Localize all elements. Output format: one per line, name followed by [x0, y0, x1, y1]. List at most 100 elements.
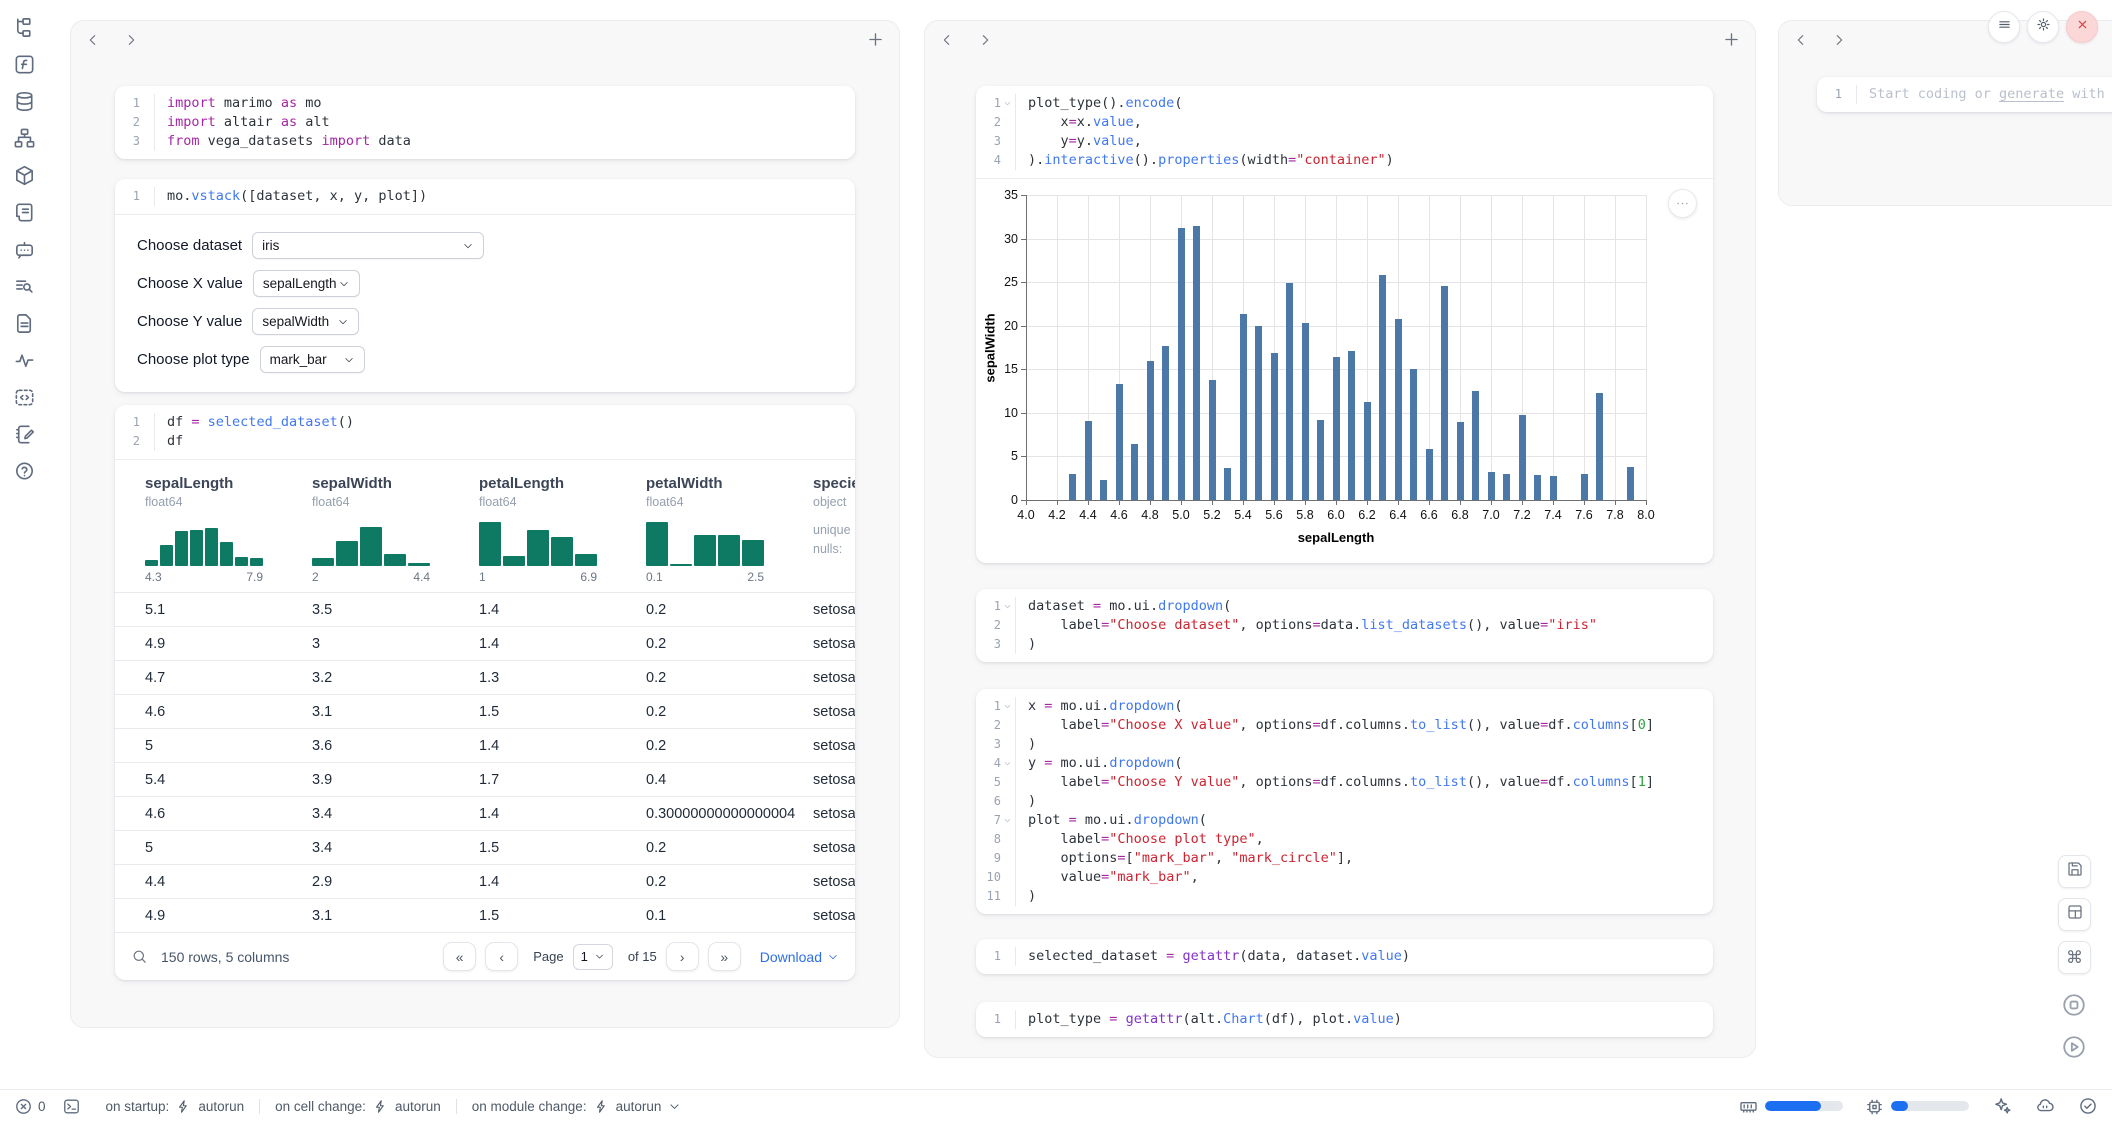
table-row[interactable]: 5.43.91.70.4setosa	[115, 762, 855, 796]
code-placeholder[interactable]: Start coding or generate with AI	[1857, 85, 2112, 104]
chart-bar[interactable]	[1364, 402, 1371, 500]
plot-type-code-editor[interactable]: 1plot_type = getattr(alt.Chart(df), plot…	[976, 1002, 1713, 1037]
chart-bar[interactable]	[1085, 421, 1092, 500]
selected-dataset-code-editor[interactable]: 1selected_dataset = getattr(data, datase…	[976, 939, 1713, 974]
code-line[interactable]: plot = mo.ui.dropdown(	[1016, 811, 1207, 830]
chart-bar[interactable]	[1503, 474, 1510, 500]
code-line[interactable]: dataset = mo.ui.dropdown(	[1016, 597, 1231, 616]
chart-bar[interactable]	[1410, 369, 1417, 500]
column-header-species[interactable]: speciesobjectuniquenulls:	[813, 475, 855, 584]
sidebar-item-tree[interactable]	[13, 16, 36, 39]
play-button[interactable]	[2057, 1032, 2091, 1066]
df-code-editor[interactable]: 1df = selected_dataset()2df	[115, 405, 855, 459]
chart-bar[interactable]	[1488, 472, 1495, 500]
sidebar-item-function-square[interactable]	[13, 53, 36, 76]
terminal-button[interactable]	[62, 1097, 81, 1116]
code-line[interactable]: import altair as alt	[155, 113, 330, 132]
column-header-sepalLength[interactable]: sepalLengthfloat644.37.9	[145, 475, 312, 584]
plot-type-cell[interactable]: 1plot_type = getattr(alt.Chart(df), plot…	[976, 1002, 1713, 1037]
table-row[interactable]: 4.73.21.30.2setosa	[115, 660, 855, 694]
code-line[interactable]: plot_type = getattr(alt.Chart(df), plot.…	[1016, 1010, 1402, 1029]
copilot-button[interactable]	[2035, 1096, 2055, 1116]
chart-bar[interactable]	[1224, 468, 1231, 500]
sidebar-item-database[interactable]	[13, 90, 36, 113]
chart-bar[interactable]	[1348, 351, 1355, 500]
code-line[interactable]: plot_type().encode(	[1016, 94, 1182, 113]
chevron-right-icon[interactable]	[977, 32, 993, 48]
table-row[interactable]: 53.41.50.2setosa	[115, 830, 855, 864]
code-line[interactable]: )	[1016, 635, 1036, 654]
autorun-setting[interactable]: on module change:autorun	[456, 1099, 697, 1114]
page-select[interactable]: 1	[573, 944, 613, 970]
imports-cell[interactable]: 1import marimo as mo2import altair as al…	[115, 86, 855, 159]
dropdown-choose-plot-type[interactable]: mark_bar	[260, 346, 365, 373]
table-row[interactable]: 4.931.40.2setosa	[115, 626, 855, 660]
search-icon[interactable]	[131, 948, 148, 965]
chart-bar[interactable]	[1240, 314, 1247, 500]
sparkles-button[interactable]	[1992, 1096, 2012, 1116]
chart-bar[interactable]	[1395, 319, 1402, 500]
chevron-left-icon[interactable]	[85, 32, 101, 48]
chart-bar[interactable]	[1581, 474, 1588, 500]
table-row[interactable]: 4.42.91.40.2setosa	[115, 864, 855, 898]
code-line[interactable]: df	[155, 432, 183, 451]
chart-bar[interactable]	[1178, 228, 1185, 500]
chevron-right-icon[interactable]	[123, 32, 139, 48]
altair-chart-output[interactable]: 4.04.24.44.64.85.05.25.45.65.86.06.26.46…	[976, 179, 1713, 563]
chart-bar[interactable]	[1131, 444, 1138, 500]
code-line[interactable]: df = selected_dataset()	[155, 413, 354, 432]
chart-bar[interactable]	[1116, 384, 1123, 500]
code-line[interactable]: ).interactive().properties(width="contai…	[1016, 151, 1394, 170]
chart-bar[interactable]	[1317, 420, 1324, 500]
sidebar-item-dependency-graph[interactable]	[13, 127, 36, 150]
chart-bar[interactable]	[1302, 323, 1309, 500]
code-line[interactable]: y=y.value,	[1016, 132, 1142, 151]
selected-dataset-cell[interactable]: 1selected_dataset = getattr(data, datase…	[976, 939, 1713, 974]
chart-bar[interactable]	[1100, 480, 1107, 500]
next-page-button[interactable]: ›	[666, 942, 699, 971]
chart-bar[interactable]	[1271, 353, 1278, 500]
code-line[interactable]: label="Choose Y value", options=df.colum…	[1016, 773, 1654, 792]
table-row[interactable]: 4.63.11.50.2setosa	[115, 694, 855, 728]
dropdown-choose-dataset[interactable]: iris	[252, 232, 484, 259]
chart-bar[interactable]	[1286, 283, 1293, 500]
code-line[interactable]: mo.vstack([dataset, x, y, plot])	[155, 187, 427, 206]
xy-plot-dropdowns-cell[interactable]: 1x = mo.ui.dropdown(2 label="Choose X va…	[976, 689, 1713, 914]
code-line[interactable]: options=["mark_bar", "mark_circle"],	[1016, 849, 1353, 868]
add-column-button[interactable]	[866, 30, 885, 49]
column-histogram[interactable]	[312, 520, 430, 566]
code-line[interactable]: selected_dataset = getattr(data, dataset…	[1016, 947, 1410, 966]
autorun-setting[interactable]: on cell change:autorun	[259, 1099, 456, 1114]
code-line[interactable]: import marimo as mo	[155, 94, 321, 113]
code-line[interactable]: label="Choose X value", options=df.colum…	[1016, 716, 1654, 735]
chart-bar[interactable]	[1550, 476, 1557, 500]
code-line[interactable]: y = mo.ui.dropdown(	[1016, 754, 1182, 773]
sidebar-item-package[interactable]	[13, 164, 36, 187]
vstack-cell[interactable]: 1mo.vstack([dataset, x, y, plot]) Choose…	[115, 179, 855, 392]
plot-cell[interactable]: 1plot_type().encode(2 x=x.value,3 y=y.va…	[976, 86, 1713, 563]
add-column-button[interactable]	[1722, 30, 1741, 49]
chart-bar[interactable]	[1147, 361, 1154, 500]
code-line[interactable]: x=x.value,	[1016, 113, 1142, 132]
chart-bar[interactable]	[1255, 326, 1262, 500]
last-page-button[interactable]: »	[708, 942, 741, 971]
chart-bar[interactable]	[1519, 415, 1526, 500]
column-histogram[interactable]	[479, 520, 597, 566]
code-line[interactable]: )	[1016, 792, 1036, 811]
sidebar-item-document[interactable]	[13, 312, 36, 335]
errors-indicator[interactable]: 0	[14, 1097, 46, 1116]
column-header-sepalWidth[interactable]: sepalWidthfloat6424.4	[312, 475, 479, 584]
table-row[interactable]: 4.63.41.40.30000000000000004setosa	[115, 796, 855, 830]
chart-bar[interactable]	[1472, 391, 1479, 500]
code-line[interactable]: x = mo.ui.dropdown(	[1016, 697, 1182, 716]
chevron-left-icon[interactable]	[939, 32, 955, 48]
generate-link[interactable]: generate	[1999, 86, 2064, 102]
column-header-petalLength[interactable]: petalLengthfloat6416.9	[479, 475, 646, 584]
dataset-dropdown-cell[interactable]: 1dataset = mo.ui.dropdown(2 label="Choos…	[976, 589, 1713, 662]
dataframe-cell[interactable]: 1df = selected_dataset()2df sepalLengthf…	[115, 405, 855, 980]
code-line[interactable]: )	[1016, 735, 1036, 754]
imports-code-editor[interactable]: 1import marimo as mo2import altair as al…	[115, 86, 855, 159]
dropdown-choose-y-value[interactable]: sepalWidth	[252, 308, 359, 335]
chevron-left-icon[interactable]	[1793, 32, 1809, 48]
code-line[interactable]: from vega_datasets import data	[155, 132, 411, 151]
